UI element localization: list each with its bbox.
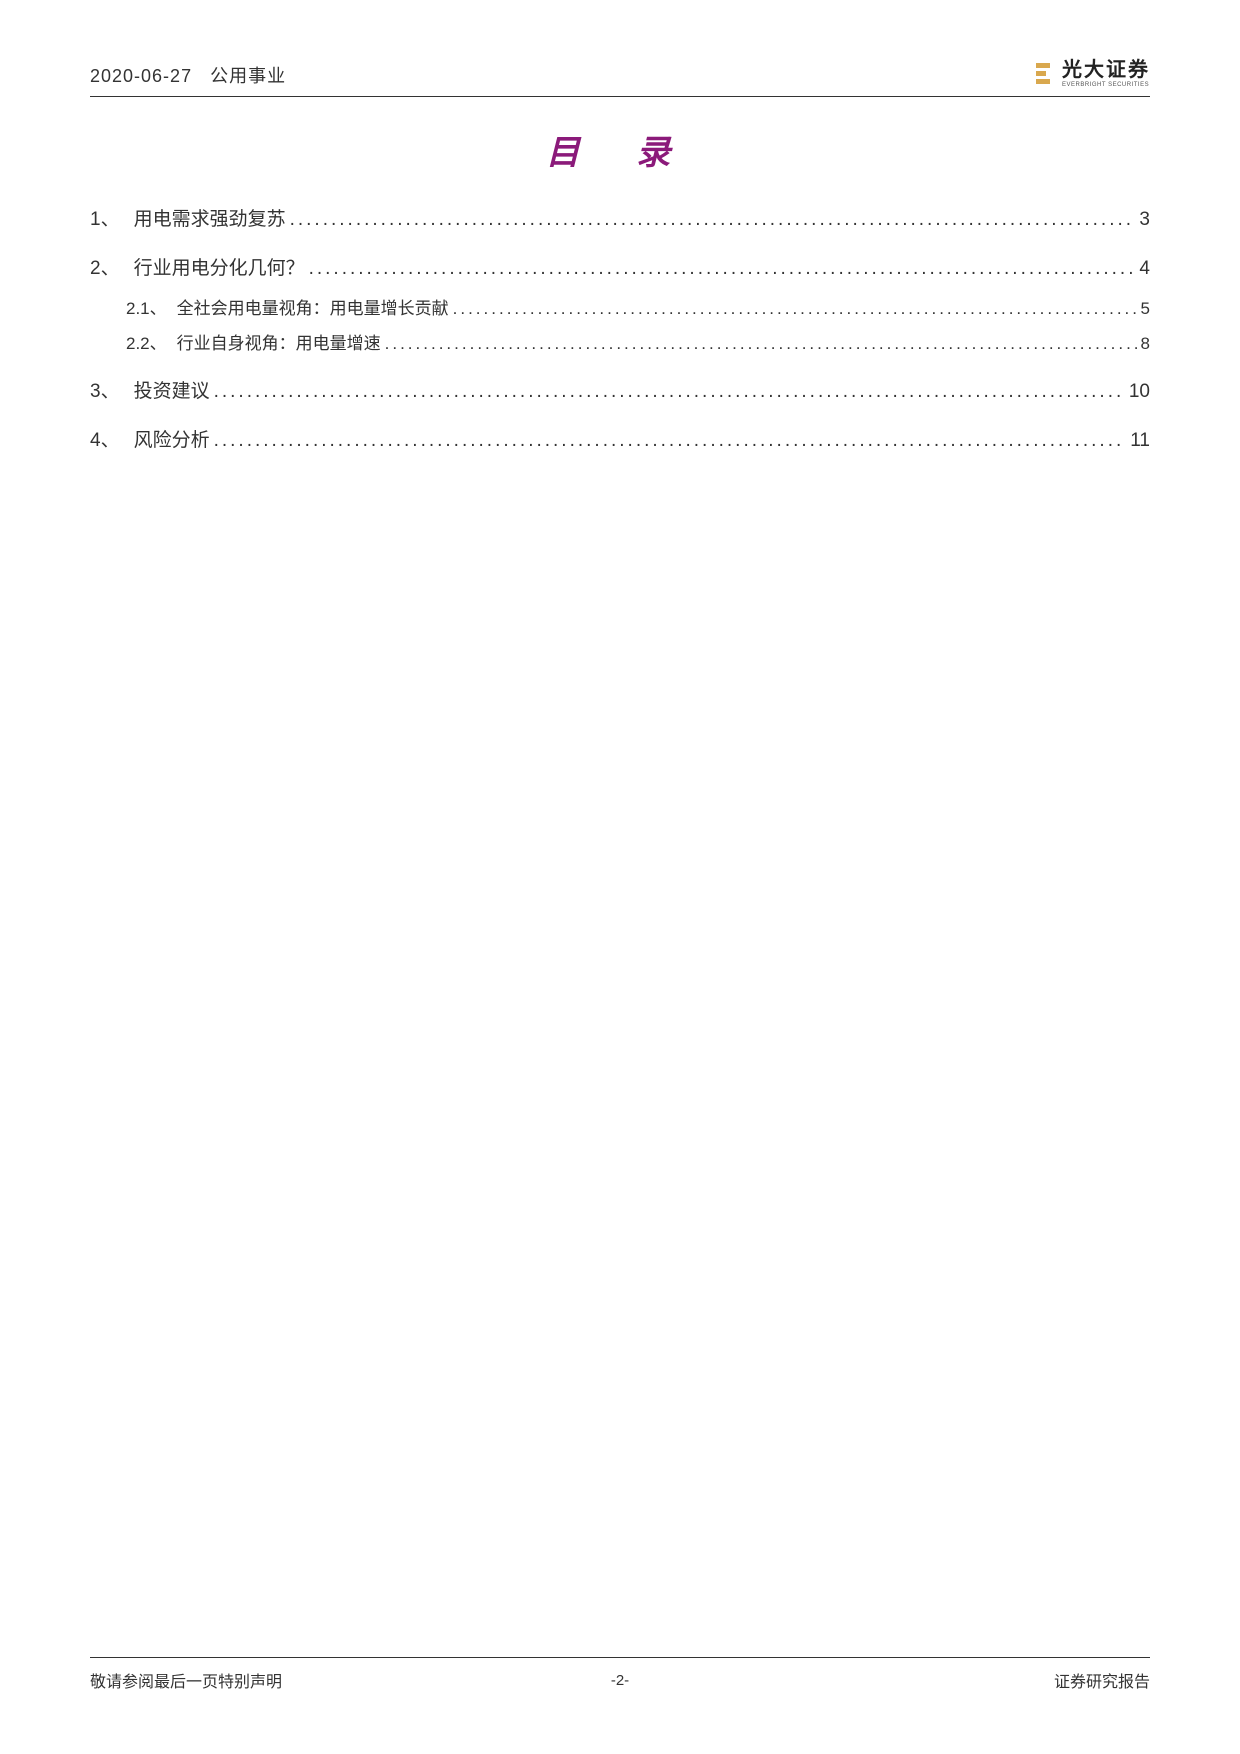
toc-entry: 2.2、 行业自身视角：用电量增速 8 — [90, 329, 1150, 354]
toc-label: 风险分析 — [134, 425, 210, 452]
toc-label: 投资建议 — [134, 376, 210, 403]
page-title: 目 录 — [90, 125, 1150, 174]
toc-label: 用电需求强劲复苏 — [134, 204, 286, 231]
header-category: 公用事业 — [210, 66, 286, 86]
toc-entry: 4、 风险分析 11 — [90, 425, 1150, 452]
toc-number: 2.2、 — [126, 329, 167, 354]
toc-number: 4、 — [90, 425, 120, 452]
page-header: 2020-06-27 公用事业 光大证券 EVERBRIGHT SECURITI… — [90, 60, 1150, 97]
toc-page: 3 — [1139, 209, 1150, 231]
toc-entry: 3、 投资建议 10 — [90, 376, 1150, 403]
toc-page: 5 — [1141, 299, 1150, 319]
toc-number: 3、 — [90, 376, 120, 403]
header-left: 2020-06-27 公用事业 — [90, 62, 286, 88]
footer-right: 证券研究报告 — [1054, 1668, 1150, 1692]
toc-leader — [453, 299, 1137, 319]
toc-label: 全社会用电量视角：用电量增长贡献 — [177, 294, 449, 319]
toc-label: 行业自身视角：用电量增速 — [177, 329, 381, 354]
table-of-contents: 1、 用电需求强劲复苏 3 2、 行业用电分化几何？ 4 2.1、 全社会用电量… — [90, 204, 1150, 452]
toc-leader — [214, 381, 1125, 403]
toc-page: 11 — [1130, 430, 1150, 452]
toc-number: 2、 — [90, 253, 120, 280]
toc-page: 10 — [1129, 381, 1150, 403]
toc-page: 8 — [1141, 334, 1150, 354]
toc-number: 2.1、 — [126, 294, 167, 319]
toc-leader — [214, 430, 1127, 452]
toc-leader — [385, 334, 1137, 354]
toc-leader — [290, 209, 1136, 231]
header-date: 2020-06-27 — [90, 66, 192, 86]
logo-en: EVERBRIGHT SECURITIES — [1062, 82, 1150, 88]
footer-page-number: -2- — [611, 1672, 629, 1689]
page: 2020-06-27 公用事业 光大证券 EVERBRIGHT SECURITI… — [0, 0, 1240, 1754]
toc-label: 行业用电分化几何？ — [134, 253, 305, 280]
logo-cn: 光大证券 — [1062, 60, 1150, 80]
logo-icon — [1034, 61, 1056, 87]
logo-text: 光大证券 EVERBRIGHT SECURITIES — [1062, 60, 1150, 88]
toc-entry: 2.1、 全社会用电量视角：用电量增长贡献 5 — [90, 294, 1150, 319]
company-logo: 光大证券 EVERBRIGHT SECURITIES — [1034, 60, 1150, 88]
toc-number: 1、 — [90, 204, 120, 231]
page-footer: 敬请参阅最后一页特别声明 -2- 证券研究报告 — [90, 1657, 1150, 1692]
toc-leader — [309, 258, 1136, 280]
footer-left: 敬请参阅最后一页特别声明 — [90, 1668, 282, 1692]
toc-entry: 1、 用电需求强劲复苏 3 — [90, 204, 1150, 231]
toc-entry: 2、 行业用电分化几何？ 4 — [90, 253, 1150, 280]
toc-page: 4 — [1139, 258, 1150, 280]
